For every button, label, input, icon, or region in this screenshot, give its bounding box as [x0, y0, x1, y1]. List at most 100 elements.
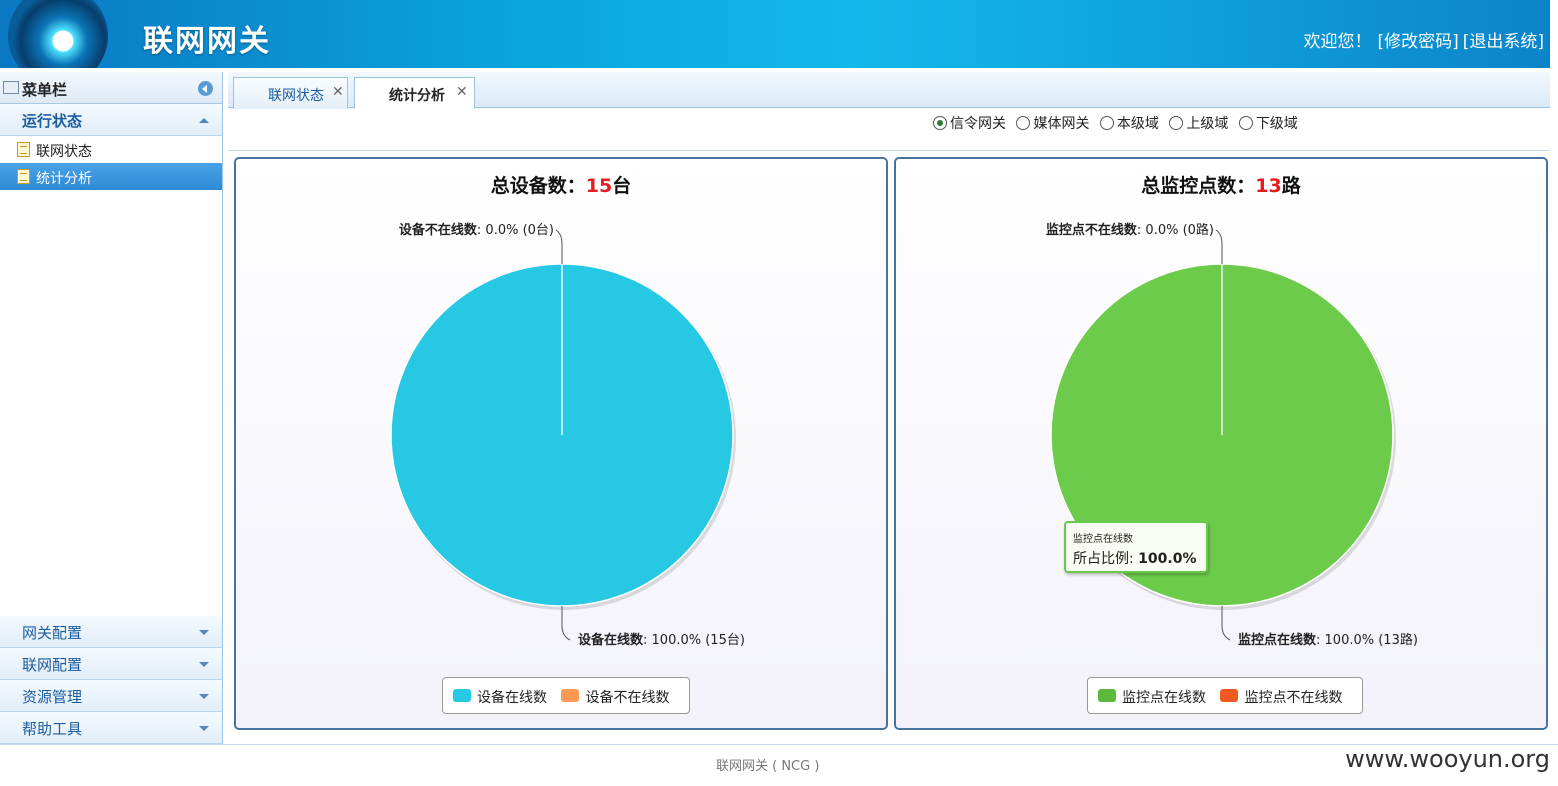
radio-label: 信令网关	[950, 116, 1006, 132]
tooltip-value: 100.0%	[1138, 551, 1197, 567]
header-links: 欢迎您！ [修改密码] [退出系统]	[1297, 27, 1544, 52]
sidebar-group-resource-management[interactable]: 资源管理	[0, 680, 222, 712]
title-unit: 路	[1281, 175, 1301, 197]
legend-item-online[interactable]: 监控点在线数	[1098, 687, 1206, 707]
data-label-online: 监控点在线数: 100.0% (13路)	[1238, 632, 1418, 648]
chevron-down-icon	[199, 662, 209, 667]
divider	[228, 150, 1550, 151]
sidebar-group-label: 帮助工具	[22, 720, 83, 738]
legend-label: 设备不在线数	[585, 690, 670, 706]
chart-tooltip: 监控点在线数 所占比例: 100.0%	[1064, 521, 1208, 573]
document-icon	[17, 169, 30, 184]
app-header: 联网网关 欢迎您！ [修改密码] [退出系统]	[0, 0, 1550, 68]
radio-label: 本级域	[1116, 116, 1159, 132]
sidebar-group-runtime-status[interactable]: 运行状态	[0, 104, 222, 136]
sidebar-group-network-config[interactable]: 联网配置	[0, 648, 222, 680]
total-count: 15	[585, 175, 613, 197]
tooltip-value-line: 所占比例: 100.0%	[1073, 548, 1196, 568]
chevron-down-icon	[199, 630, 209, 635]
legend-label: 监控点在线数	[1122, 690, 1206, 706]
data-label-name: 设备不在线数	[399, 222, 478, 238]
data-label-value: : 0.0% (0台)	[477, 223, 554, 238]
watermark-text: www.wooyun.org	[1345, 745, 1550, 773]
sidebar-bottom-groups: 网关配置 联网配置 资源管理 帮助工具	[0, 616, 222, 744]
sidebar-item-network-status[interactable]: 联网状态	[0, 136, 222, 163]
menu-header: 菜单栏	[0, 72, 222, 104]
legend-swatch	[1220, 689, 1239, 702]
logout-link[interactable]: [退出系统]	[1463, 32, 1544, 52]
footer-text: 联网网关 ( NCG )	[716, 759, 820, 774]
menu-title: 菜单栏	[22, 81, 68, 99]
sidebar-item-statistics[interactable]: 统计分析	[0, 163, 222, 190]
radio-lower-domain[interactable]: 下级域	[1238, 113, 1298, 133]
monitor-point-stats-panel: 监控点不在线数: 0.0% (0路) 监控点在线数: 100.0% (13路) 总…	[894, 157, 1548, 730]
tooltip-series-name: 监控点在线数	[1073, 534, 1133, 545]
radio-label: 上级域	[1186, 116, 1229, 132]
radio-signaling-gateway[interactable]: 信令网关	[933, 113, 1006, 133]
welcome-text: 欢迎您！	[1303, 32, 1372, 52]
sidebar-group-label: 运行状态	[22, 112, 83, 130]
total-count: 13	[1255, 175, 1282, 197]
close-icon[interactable]: ✕	[332, 84, 344, 100]
legend-item-online[interactable]: 设备在线数	[453, 687, 547, 707]
sidebar-group-label: 资源管理	[22, 688, 83, 706]
label-connector	[1221, 606, 1231, 641]
chart-legend: 设备在线数 设备不在线数	[442, 677, 691, 714]
label-connector	[555, 229, 563, 264]
collapse-sidebar-icon[interactable]	[198, 81, 213, 96]
tab-label: 联网状态	[268, 88, 324, 104]
data-label-value: : 100.0% (15台)	[643, 633, 745, 648]
data-label-name: 设备在线数	[578, 632, 644, 648]
chart-legend: 监控点在线数 监控点不在线数	[1087, 677, 1364, 714]
radio-icon[interactable]	[1016, 116, 1031, 130]
radio-label: 媒体网关	[1033, 116, 1090, 132]
title-prefix: 总设备数：	[490, 175, 586, 197]
sidebar-group-label: 网关配置	[22, 624, 83, 642]
radio-icon[interactable]	[1169, 116, 1184, 130]
menu-icon	[3, 81, 19, 94]
data-label-online: 设备在线数: 100.0% (15台)	[578, 632, 745, 648]
chevron-down-icon	[199, 694, 209, 699]
label-connector	[1215, 229, 1223, 264]
radio-media-gateway[interactable]: 媒体网关	[1016, 113, 1089, 133]
app-title: 联网网关	[143, 24, 271, 59]
data-label-offline: 监控点不在线数: 0.0% (0路)	[1046, 222, 1214, 238]
title-unit: 台	[612, 175, 632, 197]
sidebar-item-label: 统计分析	[36, 171, 92, 187]
chevron-up-icon	[199, 118, 209, 123]
legend-swatch	[561, 689, 580, 702]
legend-swatch	[453, 689, 471, 702]
label-connector	[561, 606, 571, 641]
data-label-value: : 0.0% (0路)	[1137, 222, 1214, 238]
tab-label: 统计分析	[389, 88, 445, 104]
chevron-down-icon	[199, 726, 209, 731]
device-stats-panel: 设备不在线数: 0.0% (0台) 设备在线数: 100.0% (15台) 总设备…	[234, 157, 888, 730]
sidebar-group-gateway-config[interactable]: 网关配置	[0, 616, 222, 648]
radio-selected-icon[interactable]	[933, 116, 947, 130]
radio-local-domain[interactable]: 本级域	[1099, 113, 1159, 133]
radio-icon[interactable]	[1238, 116, 1253, 130]
footer: 联网网关 ( NCG ) www.wooyun.org	[0, 744, 1558, 786]
legend-item-offline[interactable]: 监控点不在线数	[1220, 687, 1342, 707]
tab-network-status[interactable]: 联网状态 ✕	[233, 77, 348, 109]
tab-statistics[interactable]: 统计分析 ✕	[354, 77, 475, 109]
sidebar-item-label: 联网状态	[36, 144, 92, 160]
sidebar: 菜单栏 运行状态 联网状态 统计分析 网关配置 联网配置 资源管理 帮助工具	[0, 72, 223, 744]
data-label-value: : 100.0% (13路)	[1316, 632, 1418, 648]
legend-swatch	[1098, 689, 1116, 702]
legend-item-offline[interactable]: 设备不在线数	[561, 687, 669, 707]
radio-icon[interactable]	[1099, 116, 1114, 130]
radio-upper-domain[interactable]: 上级域	[1169, 113, 1228, 133]
sidebar-group-help-tools[interactable]: 帮助工具	[0, 712, 222, 744]
change-password-link[interactable]: [修改密码]	[1377, 32, 1458, 52]
document-icon	[17, 142, 30, 157]
data-label-offline: 设备不在线数: 0.0% (0台)	[399, 222, 554, 238]
close-icon[interactable]: ✕	[456, 84, 468, 100]
tooltip-prefix: 所占比例:	[1073, 551, 1134, 567]
sidebar-group-label: 联网配置	[22, 656, 83, 674]
panel-title: 总监控点数：13路	[896, 171, 1546, 198]
legend-label: 设备在线数	[477, 690, 547, 706]
radio-label: 下级域	[1255, 116, 1298, 132]
tab-bar: 联网状态 ✕ 统计分析 ✕	[228, 72, 1550, 109]
panel-title: 总设备数：15台	[236, 171, 886, 198]
